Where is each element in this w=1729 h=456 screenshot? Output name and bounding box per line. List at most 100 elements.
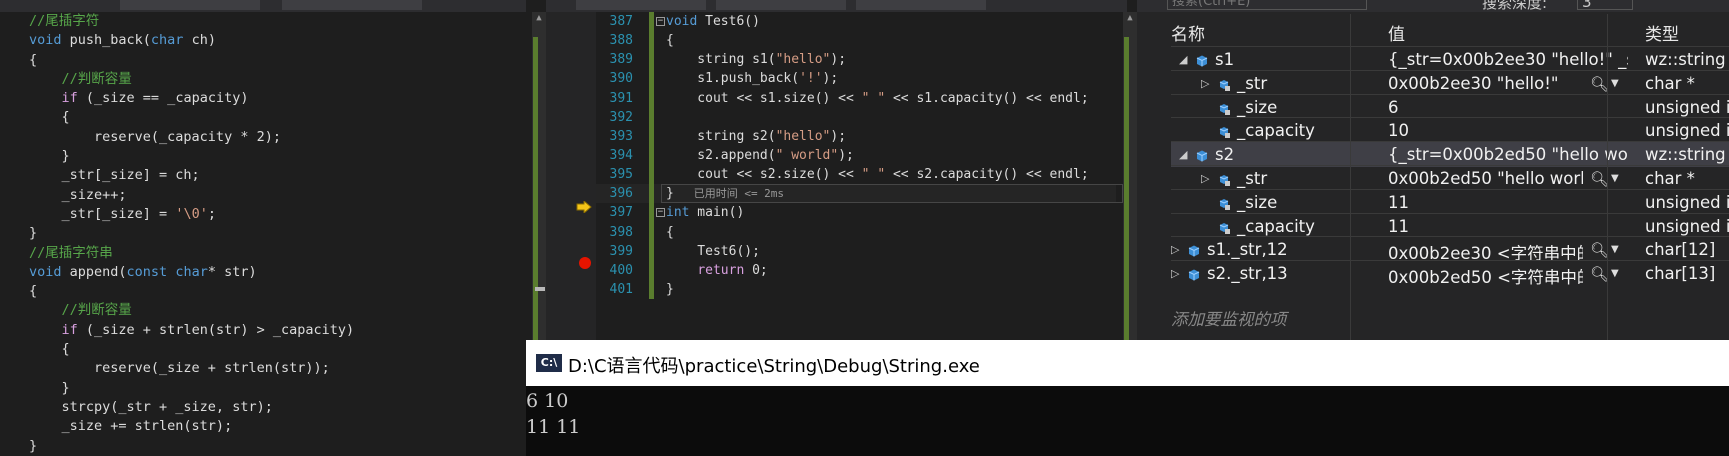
watch-name[interactable]: _str <box>1237 74 1267 93</box>
watch-row[interactable]: ◢ s2 {_str=0x00b2ed50 "hello world" _size=… <box>1171 141 1729 168</box>
code-line[interactable]: { <box>0 340 526 359</box>
code-line[interactable]: 397 − int main() <box>596 203 1116 223</box>
watch-window[interactable]: 搜索(Ctrl+E) 搜索深度: 3 名称 值 类型 ◢ s1 {_str=0x00… <box>1137 0 1729 340</box>
code-line[interactable]: { <box>0 108 526 127</box>
watch-value[interactable]: 0x00b2ed50 "hello world" <box>1388 169 1583 188</box>
document-tab[interactable] <box>576 0 706 10</box>
code-line[interactable]: 399 Test6(); <box>596 241 1116 261</box>
watch-row[interactable]: ▷s1._str,120x00b2ee30 <字符串中的字符无效。>🔍︎▼cha… <box>1171 236 1729 263</box>
scrollbar-thumb[interactable] <box>535 287 545 291</box>
code-line[interactable]: 391 cout << s1.size() << " " << s1.capac… <box>596 88 1116 108</box>
document-tab[interactable] <box>716 0 846 10</box>
document-tab[interactable] <box>282 0 422 10</box>
watch-value[interactable]: 10 <box>1388 121 1628 140</box>
watch-row[interactable]: ▷ _str 0x00b2ee30 "hello!" 🔍︎ ▼ char * <box>1171 69 1729 96</box>
expand-arrow-icon[interactable]: ▷ <box>1171 243 1179 256</box>
code-line[interactable]: } <box>0 147 526 166</box>
watch-row[interactable]: _size 11 unsigned int <box>1171 188 1729 215</box>
watch-search-input[interactable]: 搜索(Ctrl+E) <box>1167 0 1367 10</box>
expand-arrow-icon[interactable]: ▷ <box>1201 172 1209 185</box>
watch-row[interactable]: ▷s2._str,130x00b2ed50 <字符串中的字符无效。>🔍︎▼cha… <box>1171 260 1729 288</box>
collapse-arrow-icon[interactable]: ◢ <box>1179 148 1187 161</box>
watch-name[interactable]: s1._str,12 <box>1207 240 1288 259</box>
code-line[interactable]: } <box>0 224 526 243</box>
code-line[interactable]: 398 { <box>596 222 1116 242</box>
add-watch-item[interactable]: 添加要监视的项 <box>1171 306 1287 330</box>
collapse-arrow-icon[interactable]: ◢ <box>1179 53 1187 66</box>
code-line[interactable]: 390 s1.push_back('!'); <box>596 69 1116 89</box>
column-header-type[interactable]: 类型 <box>1645 20 1679 45</box>
code-line[interactable]: 388 { <box>596 31 1116 51</box>
code-line[interactable]: _size += strlen(str); <box>0 417 526 436</box>
watch-value[interactable]: 0x00b2ed50 <字符串中的字符无效。> <box>1388 264 1583 288</box>
main-vertical-scrollbar[interactable]: ▲ <box>1123 12 1137 340</box>
code-line[interactable]: reserve(_capacity * 2); <box>0 128 526 147</box>
column-header-name[interactable]: 名称 <box>1171 20 1205 45</box>
watch-name[interactable]: s2._str,13 <box>1207 264 1288 283</box>
collapse-icon[interactable]: − <box>656 17 665 26</box>
code-line[interactable]: 394 s2.append(" world"); <box>596 145 1116 166</box>
column-header-value[interactable]: 值 <box>1388 20 1405 45</box>
code-line[interactable]: 395 cout << s2.size() << " " << s2.capac… <box>596 165 1116 185</box>
code-line[interactable]: reserve(_size + strlen(str)); <box>0 359 526 378</box>
code-line[interactable]: void push_back(char ch) <box>0 31 526 50</box>
watch-value[interactable]: {_str=0x00b2ee30 "hello!" _size=6 _capac… <box>1388 50 1628 69</box>
search-depth-select[interactable]: 3 <box>1577 0 1633 11</box>
code-line[interactable]: if (_size + strlen(str) > _capacity) <box>0 321 526 340</box>
code-line[interactable]: _size++; <box>0 186 526 205</box>
code-line[interactable]: //判断容量 <box>0 70 526 89</box>
code-line[interactable]: //尾插字符串 <box>0 244 526 263</box>
watch-row[interactable]: _capacity 11 unsigned int <box>1171 212 1729 239</box>
watch-row[interactable]: ◢ s1 {_str=0x00b2ee30 "hello!" _size=6 _ca… <box>1171 46 1729 72</box>
scroll-up-icon[interactable]: ▲ <box>1123 12 1137 24</box>
watch-value[interactable]: {_str=0x00b2ed50 "hello world" _size=11 … <box>1388 145 1628 164</box>
code-line[interactable]: 393 string s2("hello"); <box>596 126 1116 146</box>
watch-name[interactable]: _str <box>1237 169 1267 188</box>
watch-name[interactable]: s2 <box>1215 145 1234 164</box>
code-line[interactable]: } <box>0 379 526 398</box>
watch-name[interactable]: s1 <box>1215 50 1234 69</box>
watch-name[interactable]: _size <box>1237 193 1277 212</box>
watch-row[interactable]: ▷ _str 0x00b2ed50 "hello world" 🔍︎ ▼ char * <box>1171 165 1729 191</box>
expand-arrow-icon[interactable]: ▷ <box>1201 77 1209 90</box>
left-code-editor[interactable]: //尾插字符 void push_back(char ch) { //判断容量 if… <box>0 0 526 456</box>
document-tab[interactable] <box>856 0 986 10</box>
watch-name[interactable]: _capacity <box>1237 217 1315 236</box>
visualizer-dropdown-icon[interactable]: ▼ <box>1611 244 1619 255</box>
code-line[interactable]: _str[_size] = '\0'; <box>0 205 526 224</box>
scroll-up-icon[interactable]: ▲ <box>532 12 546 24</box>
code-line[interactable]: if (_size == _capacity) <box>0 89 526 108</box>
code-line[interactable]: strcpy(_str + _size, str); <box>0 398 526 417</box>
expand-arrow-icon[interactable]: ▷ <box>1171 267 1179 280</box>
watch-name[interactable]: _capacity <box>1237 121 1315 140</box>
watch-value[interactable]: 0x00b2ee30 "hello!" <box>1388 74 1583 93</box>
code-line[interactable]: { <box>0 282 526 301</box>
console-window[interactable]: C:\ D:\C语言代码\practice\String\Debug\Strin… <box>526 340 1729 456</box>
watch-value[interactable]: 6 <box>1388 98 1628 117</box>
collapse-icon[interactable]: − <box>656 208 665 218</box>
watch-name[interactable]: _size <box>1237 98 1277 117</box>
watch-value[interactable]: 11 <box>1388 193 1628 212</box>
watch-row[interactable]: _size 6 unsigned int <box>1171 93 1729 120</box>
main-code-editor[interactable]: 387− void Test6() 388{389 string s1("hello… <box>546 0 1127 340</box>
column-divider[interactable] <box>1607 14 1608 340</box>
code-line[interactable]: 389 string s1("hello"); <box>596 50 1116 70</box>
watch-value[interactable]: 11 <box>1388 217 1628 236</box>
breakpoint-icon[interactable] <box>579 257 591 269</box>
code-line[interactable]: //尾插字符 <box>0 12 526 31</box>
document-tab[interactable] <box>120 0 260 10</box>
code-line[interactable]: } <box>0 437 526 456</box>
code-line[interactable]: 387 − void Test6() <box>596 12 1116 32</box>
console-titlebar[interactable]: C:\ D:\C语言代码\practice\String\Debug\Strin… <box>526 340 1729 386</box>
visualizer-dropdown-icon[interactable]: ▼ <box>1611 78 1619 89</box>
code-line[interactable]: 400 return 0; <box>596 260 1116 280</box>
visualizer-dropdown-icon[interactable]: ▼ <box>1611 268 1619 279</box>
code-line[interactable]: //判断容量 <box>0 301 526 320</box>
watch-row[interactable]: _capacity 10 unsigned int <box>1171 117 1729 143</box>
code-line[interactable]: 401} <box>596 279 1116 300</box>
column-divider[interactable] <box>1350 14 1351 340</box>
visualizer-dropdown-icon[interactable]: ▼ <box>1611 173 1619 184</box>
editor-gutter[interactable] <box>546 12 596 340</box>
current-code-line[interactable]: 396} 已用时间 <= 2ms <box>596 184 1123 204</box>
code-line[interactable]: void append(const char* str) <box>0 263 526 282</box>
